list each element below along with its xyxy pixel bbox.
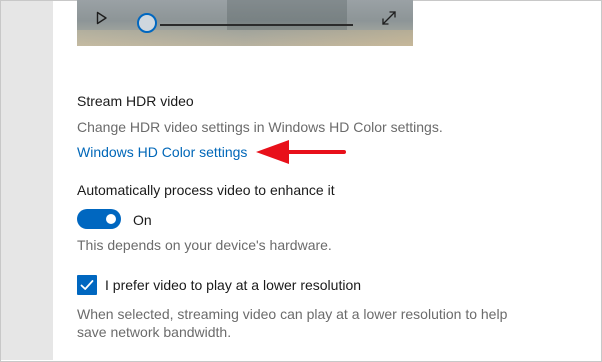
seek-bar[interactable] bbox=[160, 24, 353, 26]
low-resolution-label[interactable]: I prefer video to play at a lower resolu… bbox=[105, 277, 361, 293]
low-resolution-description-line1: When selected, streaming video can play … bbox=[77, 306, 508, 322]
low-resolution-description-line2: save network bandwidth. bbox=[77, 324, 232, 340]
fullscreen-icon[interactable] bbox=[381, 10, 397, 26]
toggle-state-label: On bbox=[133, 212, 152, 228]
navigation-rail bbox=[1, 1, 53, 360]
checkmark-icon bbox=[80, 280, 94, 290]
annotation-arrow bbox=[256, 140, 346, 164]
hd-color-settings-link[interactable]: Windows HD Color settings bbox=[77, 144, 247, 160]
video-frame-ground bbox=[77, 30, 413, 46]
play-icon[interactable] bbox=[96, 11, 108, 25]
auto-process-heading: Automatically process video to enhance i… bbox=[77, 182, 335, 198]
low-resolution-checkbox[interactable] bbox=[77, 275, 97, 295]
hdr-description: Change HDR video settings in Windows HD … bbox=[77, 119, 443, 135]
video-preview bbox=[77, 0, 413, 46]
hdr-heading: Stream HDR video bbox=[77, 93, 194, 109]
toggle-knob bbox=[106, 214, 116, 224]
auto-process-toggle[interactable] bbox=[77, 209, 121, 229]
hardware-note: This depends on your device's hardware. bbox=[77, 237, 332, 253]
seek-thumb[interactable] bbox=[137, 13, 157, 33]
